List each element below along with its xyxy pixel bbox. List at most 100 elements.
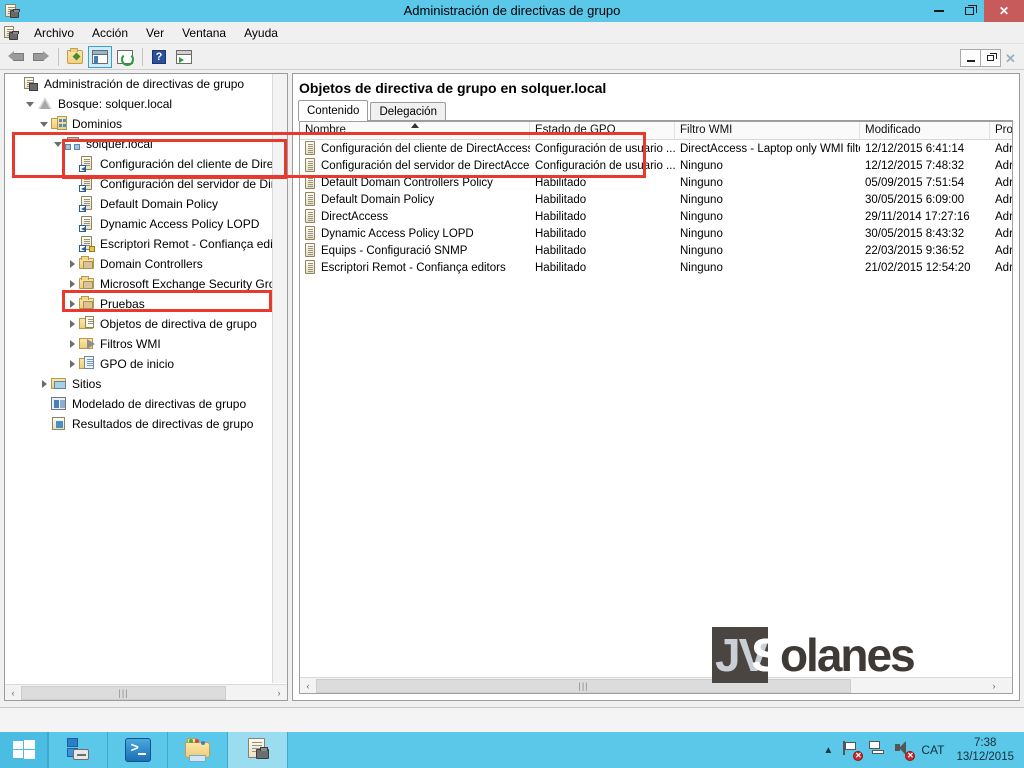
tree-item-filtros-wmi[interactable]: Filtros WMI xyxy=(5,334,272,354)
tree-item-label: Dominios xyxy=(72,117,123,131)
menu-ver[interactable]: Ver xyxy=(137,23,173,43)
menu-accion[interactable]: Acción xyxy=(83,23,137,43)
taskbar-item-gpmc[interactable] xyxy=(228,732,288,768)
menu-ventana[interactable]: Ventana xyxy=(173,23,235,43)
mdi-restore-button[interactable] xyxy=(980,49,1001,67)
gpo-link-icon xyxy=(79,156,95,172)
new-window-icon[interactable] xyxy=(172,46,196,68)
maximize-button[interactable] xyxy=(954,0,984,22)
tab-contenido[interactable]: Contenido xyxy=(298,100,369,121)
gpo-name-label: Default Domain Policy xyxy=(321,193,435,206)
table-row[interactable]: Configuración del cliente de DirectAcces… xyxy=(300,140,1012,157)
refresh-icon[interactable] xyxy=(113,46,137,68)
list-body: Configuración del cliente de DirectAcces… xyxy=(300,140,1012,676)
cell-modified: 05/09/2015 7:51:54 xyxy=(865,176,965,189)
tree-item-microsoft-exchange-security-groups[interactable]: Microsoft Exchange Security Groups xyxy=(5,274,272,294)
tree-item-bosque-solquer-local[interactable]: Bosque: solquer.local xyxy=(5,94,272,114)
table-row[interactable]: DirectAccess Habilitado Ninguno 29/11/2014 … xyxy=(300,208,1012,225)
table-row[interactable]: Configuración del servidor de DirectAcce… xyxy=(300,157,1012,174)
up-folder-icon[interactable] xyxy=(63,46,87,68)
tree-horizontal-scrollbar[interactable]: ‹ ||| › xyxy=(5,684,287,700)
chevron-right-icon[interactable] xyxy=(37,374,51,394)
clock[interactable]: 7:38 13/12/2015 xyxy=(956,736,1014,764)
mdi-minimize-button[interactable] xyxy=(960,49,981,67)
cell-wmi-filter: Ninguno xyxy=(680,227,723,240)
tree-item-modelado-de-directivas-de-grupo[interactable]: Modelado de directivas de grupo xyxy=(5,394,272,414)
tree-item-sitios[interactable]: Sitios xyxy=(5,374,272,394)
tree-item-default-domain-policy[interactable]: Default Domain Policy xyxy=(5,194,272,214)
column-header-nombre[interactable]: Nombre xyxy=(300,122,530,139)
list-scroll-left-arrow[interactable]: ‹ xyxy=(300,678,316,693)
close-button[interactable]: ✕ xyxy=(984,0,1024,22)
cell-modified: 21/02/2015 12:54:20 xyxy=(865,261,971,274)
table-row[interactable]: Escriptori Remot - Confiança editors Habi… xyxy=(300,259,1012,276)
forward-icon[interactable] xyxy=(29,46,53,68)
chevron-down-icon[interactable] xyxy=(37,114,51,134)
list-horizontal-scrollbar[interactable]: ‹ ||| › xyxy=(300,677,1012,693)
tree-item-configuraci-n-del-servidor-de-directaccess[interactable]: Configuración del servidor de DirectAcce… xyxy=(5,174,272,194)
cell-owner: Adr xyxy=(995,159,1012,172)
chevron-down-icon[interactable] xyxy=(51,134,65,154)
mdi-close-button[interactable]: ✕ xyxy=(1000,49,1021,67)
tree-item-dominios[interactable]: Dominios xyxy=(5,114,272,134)
console-tree-pane: Administración de directivas de grupo Bos… xyxy=(4,73,288,701)
taskbar-item-file-explorer[interactable] xyxy=(168,732,228,768)
cell-name: Configuración del servidor de DirectAcce… xyxy=(300,158,530,173)
list-scroll-right-arrow[interactable]: › xyxy=(986,678,1002,693)
help-icon[interactable]: ? xyxy=(147,46,171,68)
cell-gpo-status: Habilitado xyxy=(535,227,587,240)
column-header-pro[interactable]: Pro xyxy=(990,122,1012,139)
column-header-estado-de-gpo[interactable]: Estado de GPO xyxy=(530,122,675,139)
tree-item-objetos-de-directiva-de-grupo[interactable]: Objetos de directiva de grupo xyxy=(5,314,272,334)
chevron-right-icon[interactable] xyxy=(65,314,79,334)
system-tray: ▲ ✕ ✕ CAT 7:38 13/12/2015 xyxy=(823,732,1024,768)
column-header-filtro-wmi[interactable]: Filtro WMI xyxy=(675,122,860,139)
action-center-flag-icon[interactable]: ✕ xyxy=(843,741,864,761)
tree-item-resultados-de-directivas-de-grupo[interactable]: Resultados de directivas de grupo xyxy=(5,414,272,434)
tab-delegaci-n[interactable]: Delegación xyxy=(370,102,446,121)
language-indicator[interactable]: CAT xyxy=(921,743,944,757)
menu-ayuda[interactable]: Ayuda xyxy=(235,23,287,43)
wmi-filter-icon xyxy=(79,336,95,352)
volume-icon[interactable]: ✕ xyxy=(895,741,916,761)
tree-item-domain-controllers[interactable]: Domain Controllers xyxy=(5,254,272,274)
show-hide-tree-icon[interactable] xyxy=(88,45,112,68)
table-row[interactable]: Dynamic Access Policy LOPD Habilitado Ning… xyxy=(300,225,1012,242)
chevron-right-icon[interactable] xyxy=(65,294,79,314)
chevron-right-icon[interactable] xyxy=(65,254,79,274)
table-row[interactable]: Equips - Configuració SNMP Habilitado Ning… xyxy=(300,242,1012,259)
column-header-label: Modificado xyxy=(865,124,921,136)
list-scroll-thumb[interactable]: ||| xyxy=(316,678,851,693)
table-row[interactable]: Default Domain Policy Habilitado Ninguno 30… xyxy=(300,191,1012,208)
taskbar-item-server-manager[interactable] xyxy=(48,732,108,768)
column-header-label: Nombre xyxy=(305,124,346,136)
start-button[interactable] xyxy=(0,732,48,768)
cell-gpo-status: Habilitado xyxy=(535,244,587,257)
tree-item-dynamic-access-policy-lopd[interactable]: Dynamic Access Policy LOPD xyxy=(5,214,272,234)
network-icon[interactable] xyxy=(869,741,887,759)
taskbar-item-powershell[interactable] xyxy=(108,732,168,768)
tree-item-configuraci-n-del-cliente-de-directaccess[interactable]: Configuración del cliente de DirectAcces… xyxy=(5,154,272,174)
tree-scroll-right-arrow[interactable]: › xyxy=(271,685,287,700)
show-hidden-icons-chevron-icon[interactable]: ▲ xyxy=(823,745,833,756)
chevron-down-icon[interactable] xyxy=(23,94,37,114)
cell-modified: 30/05/2015 6:09:00 xyxy=(865,193,965,206)
tree-vertical-scrollbar[interactable] xyxy=(272,74,287,683)
tree-item-escriptori-remot-confian-a-editors[interactable]: Escriptori Remot - Confiança editors xyxy=(5,234,272,254)
tree-item-administraci-n-de-directivas-de-grupo[interactable]: Administración de directivas de grupo xyxy=(5,74,272,94)
minimize-button[interactable] xyxy=(924,0,954,22)
tree-item-pruebas[interactable]: Pruebas xyxy=(5,294,272,314)
tree-item-solquer-local[interactable]: solquer.local xyxy=(5,134,272,154)
chevron-right-icon[interactable] xyxy=(65,354,79,374)
tree-scroll-left-arrow[interactable]: ‹ xyxy=(5,685,21,700)
table-row[interactable]: Default Domain Controllers Policy Habilit… xyxy=(300,174,1012,191)
cell-owner: Adr xyxy=(995,142,1012,155)
chevron-right-icon[interactable] xyxy=(65,274,79,294)
tree-scroll-thumb[interactable]: ||| xyxy=(21,685,226,700)
column-header-modificado[interactable]: Modificado xyxy=(860,122,990,139)
chevron-right-icon[interactable] xyxy=(65,334,79,354)
main-toolbar: ? xyxy=(0,44,1024,70)
back-icon[interactable] xyxy=(4,46,28,68)
tree-item-gpo-de-inicio[interactable]: GPO de inicio xyxy=(5,354,272,374)
menu-archivo[interactable]: Archivo xyxy=(25,23,83,43)
